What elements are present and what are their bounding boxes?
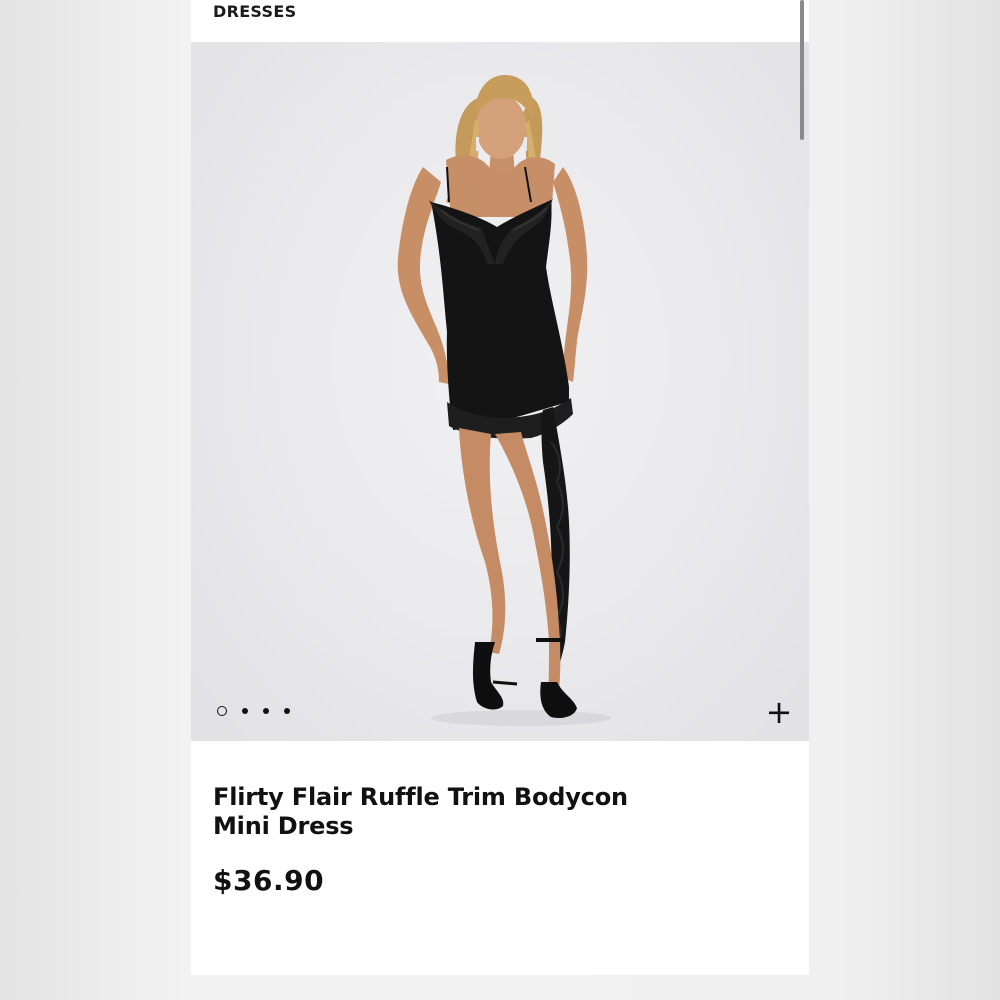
plus-icon[interactable]: + (765, 696, 793, 728)
product-image[interactable] (191, 42, 809, 741)
product-info: Flirty Flair Ruffle Trim Bodycon Mini Dr… (191, 741, 809, 975)
product-name[interactable]: Flirty Flair Ruffle Trim Bodycon Mini Dr… (213, 783, 633, 841)
product-name-line-1: Flirty Flair Ruffle Trim Bodycon (213, 783, 628, 811)
scrollbar-thumb[interactable] (800, 0, 804, 140)
category-header: DRESSES (191, 0, 809, 42)
carousel-dot-2[interactable] (242, 708, 248, 714)
carousel-dot-4[interactable] (284, 708, 290, 714)
product-page: DRESSES + Flirty Flair Ruffle Trim Bodyc… (191, 0, 809, 975)
carousel-pagination (217, 706, 305, 716)
product-image-carousel[interactable]: + (191, 42, 809, 741)
carousel-dot-3[interactable] (263, 708, 269, 714)
carousel-dot-1[interactable] (217, 706, 227, 716)
product-name-line-2: Mini Dress (213, 812, 354, 840)
category-title[interactable]: DRESSES (213, 2, 296, 21)
product-price: $36.90 (213, 864, 325, 897)
